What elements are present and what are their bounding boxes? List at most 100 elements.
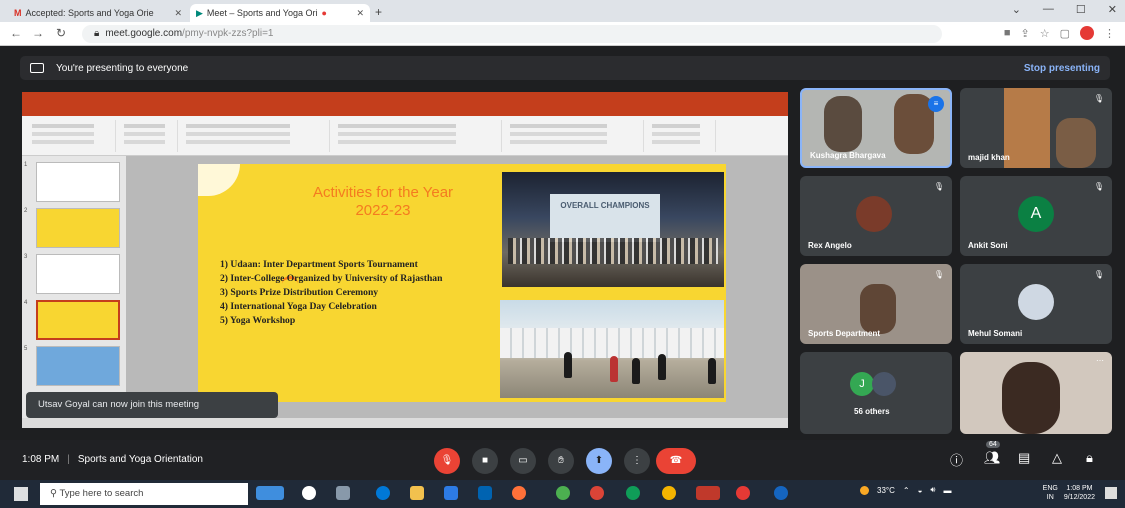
slide-thumbnail-selected[interactable]	[36, 300, 120, 340]
info-icon[interactable]: ⓘ	[950, 450, 963, 469]
mail-icon[interactable]	[478, 486, 492, 500]
address-bar-row: ← → ↻ 🔒︎ meet.google.com/pmy-nvpk-zzs?pl…	[0, 22, 1125, 46]
volume-icon[interactable]: 🔊︎	[930, 485, 935, 495]
participant-tile[interactable]: 🎙︎ Rex Angelo	[800, 176, 952, 256]
back-icon[interactable]: ←	[10, 26, 22, 40]
avatar[interactable]	[1080, 26, 1094, 40]
chrome-icon[interactable]	[590, 486, 604, 500]
recording-dot-icon: ●	[321, 8, 327, 18]
close-window-button[interactable]: ✕	[1108, 3, 1117, 16]
participant-name: Sports Department	[808, 329, 881, 338]
window-controls: ⌄ — ☐ ✕	[1012, 3, 1117, 16]
chevron-up-icon[interactable]: ⌃	[903, 486, 910, 495]
close-icon[interactable]: ✕	[174, 8, 182, 19]
chrome-icon[interactable]	[556, 486, 570, 500]
close-icon[interactable]: ✕	[356, 8, 364, 19]
file-explorer-icon[interactable]	[410, 486, 424, 500]
mic-off-icon: 🎙︎	[933, 270, 944, 279]
participant-tile-self[interactable]: ⋯	[960, 352, 1112, 434]
camera-in-use-icon[interactable]: ■	[1004, 27, 1011, 39]
browser-tab-bar: M Accepted: Sports and Yoga Orie ✕ ▶ Mee…	[0, 0, 1125, 22]
more-options-button[interactable]: ⋮	[624, 448, 650, 474]
url-field[interactable]: 🔒︎ meet.google.com/pmy-nvpk-zzs?pli=1	[82, 25, 942, 43]
list-item: 1) Udaan: Inter Department Sports Tourna…	[220, 259, 418, 270]
participant-name: majid khan	[968, 153, 1010, 162]
participant-tile[interactable]: A 🎙︎ Ankit Soni	[960, 176, 1112, 256]
more-options-icon[interactable]: ⋯	[1096, 356, 1104, 365]
mic-off-icon: 🎙︎	[1093, 270, 1104, 279]
notification-icon[interactable]	[1105, 487, 1117, 499]
taskbar-search-input[interactable]: ⚲ Type here to search	[40, 483, 248, 505]
url-host: meet.google.com	[105, 28, 183, 39]
firefox-icon[interactable]	[512, 486, 526, 500]
list-item: 2) Inter-College Organized by University…	[220, 273, 443, 284]
tab-title: Accepted: Sports and Yoga Orie	[25, 8, 154, 18]
stop-presenting-button[interactable]: Stop presenting	[1024, 63, 1100, 74]
store-icon[interactable]	[444, 486, 458, 500]
participant-name: Kushagra Bhargava	[810, 151, 886, 160]
new-tab-button[interactable]: +	[375, 5, 382, 19]
slide-thumbnail[interactable]	[36, 208, 120, 248]
reload-icon[interactable]: ↻	[56, 26, 66, 40]
others-tile[interactable]: J 56 others	[800, 352, 952, 434]
powerpoint-title-bar	[22, 92, 788, 106]
participant-name: Rex Angelo	[808, 241, 852, 250]
tab-accepted[interactable]: M Accepted: Sports and Yoga Orie ✕	[8, 4, 188, 22]
participant-tile[interactable]: 🎙︎ Mehul Somani	[960, 264, 1112, 344]
participant-tile[interactable]: 🎙︎ Sports Department	[800, 264, 952, 344]
powerpoint-ribbon	[22, 116, 788, 156]
mic-off-icon: 🎙︎	[1093, 94, 1104, 103]
share-icon[interactable]: ⇪	[1021, 27, 1030, 40]
chrome-icon[interactable]	[662, 486, 676, 500]
slide-decoration	[198, 164, 240, 196]
mic-off-icon: 🎙︎	[933, 182, 944, 191]
cortana-icon[interactable]	[302, 486, 316, 500]
tab-meet[interactable]: ▶ Meet – Sports and Yoga Ori ● ✕	[190, 4, 370, 22]
chrome-icon[interactable]	[626, 486, 640, 500]
mic-toggle-button[interactable]: 🎙︎	[434, 448, 460, 474]
mic-off-icon: 🎙︎	[1093, 182, 1104, 191]
menu-icon[interactable]: ⋮	[1104, 27, 1115, 40]
list-item: 4) International Yoga Day Celebration	[220, 301, 377, 312]
list-item: 3) Sports Prize Distribution Ceremony	[220, 287, 379, 298]
clock-time: 1:08 PM	[1066, 485, 1093, 492]
camera-toggle-button[interactable]: ■	[472, 448, 498, 474]
forward-icon[interactable]: →	[32, 26, 44, 40]
others-count: 56 others	[854, 407, 890, 416]
slide-thumbnail[interactable]	[36, 346, 120, 386]
minimize-button[interactable]: —	[1043, 3, 1054, 16]
clock-date: 9/12/2022	[1063, 494, 1095, 501]
leave-call-button[interactable]: ☎︎	[656, 448, 696, 474]
edge-icon[interactable]	[376, 486, 390, 500]
gmail-icon: M	[14, 8, 22, 18]
slide-thumbnail[interactable]	[36, 254, 120, 294]
raise-hand-button[interactable]: ✋︎	[548, 448, 574, 474]
star-icon[interactable]: ☆	[1040, 27, 1050, 40]
participant-tile[interactable]: 🎙︎ majid khan	[960, 88, 1112, 168]
taskbar-clock[interactable]: ENG IN 1:08 PM 9/12/2022	[1043, 484, 1095, 502]
task-view-icon[interactable]	[336, 486, 350, 500]
slide-thumbnail[interactable]	[36, 162, 120, 202]
ceremony-photo: OVERALL CHAMPIONS	[502, 172, 724, 287]
maximize-button[interactable]: ☐	[1076, 3, 1086, 16]
powerpoint-status-bar	[22, 418, 788, 428]
activities-icon[interactable]: △	[1052, 450, 1062, 466]
windows-icon[interactable]	[14, 487, 28, 501]
participant-name: Ankit Soni	[968, 241, 1008, 250]
chrome-active-icon[interactable]	[696, 486, 720, 500]
network-icon[interactable]: ◒	[918, 486, 923, 495]
browser-actions: ■ ⇪ ☆ ▢ ⋮	[1004, 26, 1115, 40]
captions-button[interactable]: ▭	[510, 448, 536, 474]
taskbar-app-icon[interactable]	[256, 486, 284, 500]
tab-search-icon[interactable]: ▢	[1060, 27, 1070, 40]
present-button[interactable]: ⬆	[586, 448, 612, 474]
participant-tile[interactable]: ≡ Kushagra Bhargava	[800, 88, 952, 168]
people-icon[interactable]: 👥︎	[984, 450, 1001, 466]
participant-name: Mehul Somani	[968, 329, 1023, 338]
chrome-icon[interactable]	[774, 486, 788, 500]
chevron-down-icon[interactable]: ⌄	[1012, 3, 1021, 16]
chat-icon[interactable]: ▤	[1018, 450, 1030, 466]
lock-host-icon[interactable]: 🔒︎	[1086, 450, 1093, 466]
battery-icon[interactable]: ▬	[943, 486, 951, 495]
chrome-icon[interactable]	[736, 486, 750, 500]
